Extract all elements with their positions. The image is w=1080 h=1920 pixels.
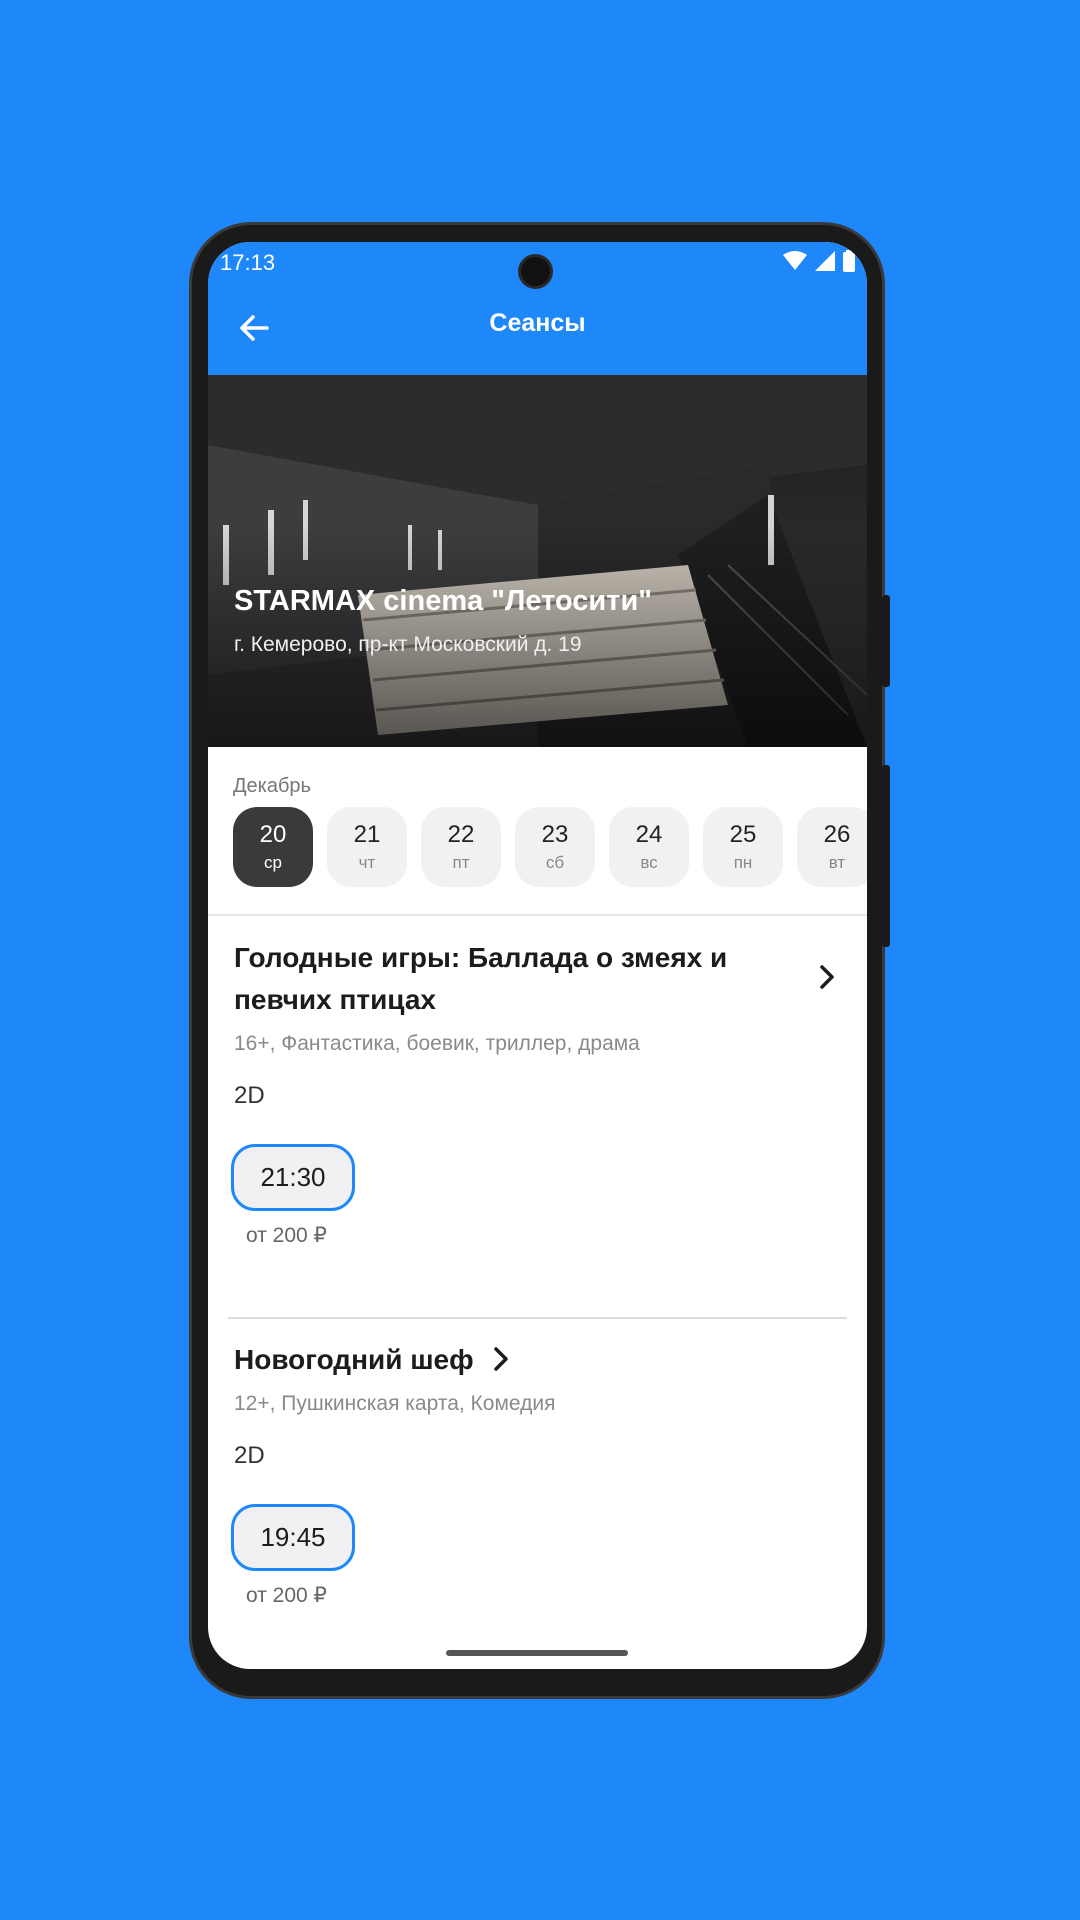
date-weekday: ср xyxy=(264,853,282,872)
date-weekday: сб xyxy=(545,853,565,872)
cinema-name: STARMAX cinema "Летосити" xyxy=(234,585,653,617)
cinema-hall-photo xyxy=(208,375,867,747)
date-day: 21 xyxy=(353,821,381,848)
cinema-address: г. Кемерово, пр-кт Московский д. 19 xyxy=(234,633,582,656)
date-weekday: вт xyxy=(828,853,846,872)
date-weekday: вс xyxy=(640,853,658,872)
session-time-button[interactable]: 21:30 xyxy=(231,1144,355,1211)
date-day: 26 xyxy=(823,821,851,848)
app-screen: 17:13 Сеансы STARMAX cinema "Летосити" г… xyxy=(208,242,867,1669)
date-chip[interactable]: 24 вс xyxy=(609,807,689,887)
date-day: 22 xyxy=(447,821,475,848)
section-divider xyxy=(208,914,867,916)
status-time: 17:13 xyxy=(220,250,276,275)
session-price: от 200 ₽ xyxy=(246,1224,327,1247)
date-chip[interactable]: 20 ср xyxy=(233,807,313,887)
cinema-hero: STARMAX cinema "Летосити" г. Кемерово, п… xyxy=(208,375,867,747)
signal-icon xyxy=(815,251,835,271)
status-icons xyxy=(783,250,855,272)
movie-divider xyxy=(228,1317,847,1319)
date-weekday: пн xyxy=(733,853,753,872)
movie-format: 2D xyxy=(234,1442,265,1469)
movie-title[interactable]: Новогодний шеф xyxy=(234,1339,509,1381)
movie-format: 2D xyxy=(234,1082,265,1109)
date-chip[interactable]: 21 чт xyxy=(327,807,407,887)
date-day: 24 xyxy=(635,821,663,848)
date-chip[interactable]: 23 сб xyxy=(515,807,595,887)
chevron-right-icon[interactable] xyxy=(813,963,841,991)
wifi-icon xyxy=(783,251,807,270)
date-chip[interactable]: 22 пт xyxy=(421,807,501,887)
movie-meta: 16+, Фантастика, боевик, триллер, драма xyxy=(234,1032,640,1055)
battery-icon xyxy=(843,250,855,272)
app-bar: 17:13 Сеансы xyxy=(208,242,867,375)
movie-title[interactable]: Голодные игры: Баллада о змеях и певчих … xyxy=(234,937,794,1021)
date-weekday: чт xyxy=(358,853,376,872)
home-indicator[interactable] xyxy=(446,1650,628,1656)
date-chip[interactable]: 26 вт xyxy=(797,807,867,887)
page-title: Сеансы xyxy=(489,309,586,337)
date-picker: 20 ср 21 чт 22 пт 23 сб 24 вс 25 пн 26 в… xyxy=(233,807,867,887)
volume-button xyxy=(882,595,890,687)
chevron-right-icon xyxy=(494,1347,509,1371)
power-button xyxy=(882,765,890,947)
session-price: от 200 ₽ xyxy=(246,1584,327,1607)
month-label: Декабрь xyxy=(233,775,311,797)
date-day: 25 xyxy=(729,821,757,848)
session-time-button[interactable]: 19:45 xyxy=(231,1504,355,1571)
front-camera xyxy=(518,254,553,289)
date-chip[interactable]: 25 пн xyxy=(703,807,783,887)
movie-meta: 12+, Пушкинская карта, Комедия xyxy=(234,1392,556,1415)
date-day: 23 xyxy=(541,821,569,848)
date-weekday: пт xyxy=(452,853,470,872)
date-day: 20 xyxy=(259,821,287,848)
movie-title-text: Новогодний шеф xyxy=(234,1344,474,1375)
